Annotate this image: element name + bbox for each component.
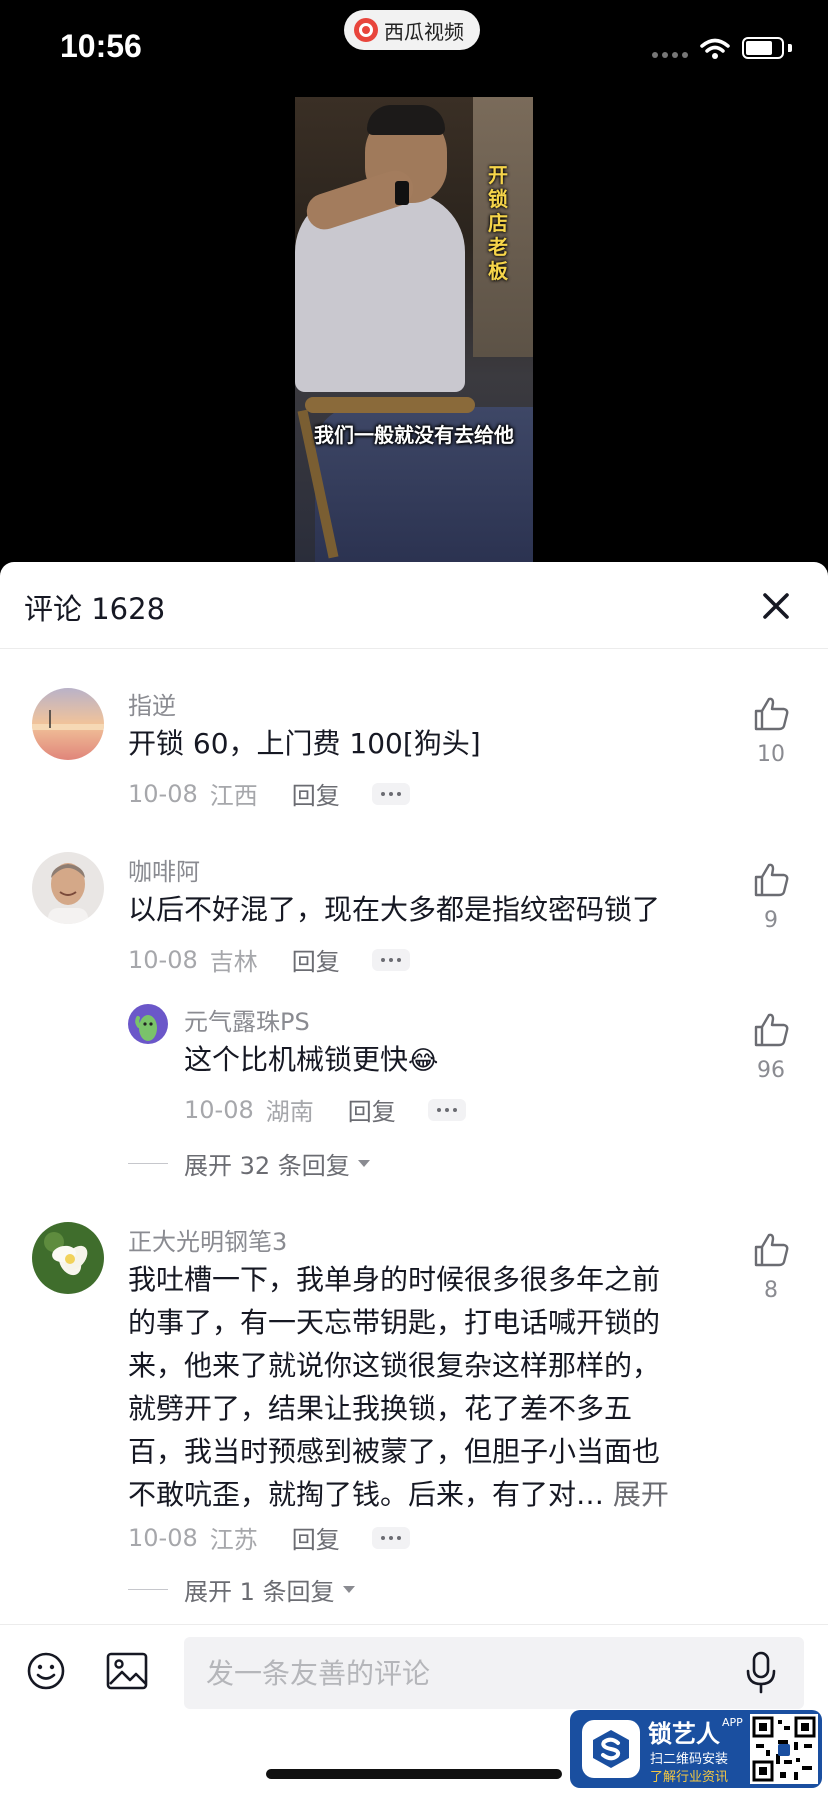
battery-tip	[788, 44, 792, 52]
watermark-app-tag: APP	[722, 1716, 743, 1729]
app-badge[interactable]: 西瓜视频	[344, 10, 480, 50]
more-options-icon[interactable]	[371, 782, 410, 805]
expand-divider	[128, 1163, 168, 1164]
qr-code-icon	[750, 1714, 818, 1784]
comment-username[interactable]: 指逆	[128, 686, 176, 721]
app-logo-icon	[354, 18, 378, 42]
expand-text-button[interactable]: 展开	[613, 1478, 669, 1511]
video-phone	[395, 181, 409, 205]
expand-replies-button[interactable]: 展开 1 条回复	[128, 1572, 355, 1607]
avatar[interactable]	[32, 688, 104, 760]
comment-meta: 10-08 江苏 回复	[128, 1520, 410, 1555]
status-bar: 10:56 西瓜视频	[0, 0, 828, 100]
like-count: 96	[757, 1058, 785, 1083]
watermark-line1: 扫二维码安装	[650, 1752, 729, 1767]
reply-meta: 10-08 湖南 回复	[184, 1092, 466, 1127]
comment-text: 以后不好混了，现在大多都是指纹密码锁了	[128, 893, 661, 926]
battery-icon	[742, 37, 784, 59]
avatar[interactable]	[32, 852, 104, 924]
home-indicator[interactable]	[266, 1769, 562, 1779]
comment-location: 吉林	[209, 948, 258, 976]
microphone-icon[interactable]	[744, 1651, 778, 1695]
comment-date: 10-08	[128, 779, 198, 808]
comment-date: 10-08	[128, 1523, 198, 1552]
watermark-name: 锁艺人	[648, 1720, 720, 1748]
watermark-logo-icon	[582, 1720, 640, 1778]
chevron-down-icon	[342, 1586, 355, 1593]
like-button[interactable]: 9	[748, 862, 794, 933]
like-count: 9	[764, 908, 778, 933]
more-options-icon[interactable]	[427, 1098, 466, 1121]
reply-text: 这个比机械锁更快😂	[184, 1043, 439, 1076]
like-count: 8	[764, 1278, 778, 1303]
comment-text: 开锁 60，上门费 100[狗头]	[128, 727, 481, 760]
comments-title: 评论 1628	[24, 592, 166, 626]
video-player[interactable]: 开锁店老板 我们一般就没有去给他	[295, 97, 533, 562]
video-person-hair	[367, 105, 445, 135]
video-chair	[305, 397, 475, 413]
wifi-icon	[700, 38, 730, 59]
like-button[interactable]: 10	[748, 696, 794, 767]
thumbs-up-icon	[754, 863, 789, 897]
reply-avatar[interactable]	[128, 1004, 168, 1044]
reply-button[interactable]: 回复	[292, 942, 340, 977]
thumbs-up-icon	[754, 1233, 789, 1267]
comment-meta: 10-08 江西 回复	[128, 776, 410, 811]
comment-date: 10-08	[128, 945, 198, 974]
reply-date: 10-08	[184, 1095, 254, 1124]
expand-replies-button[interactable]: 展开 32 条回复	[128, 1146, 370, 1181]
laughing-emoji-icon: 😂	[408, 1046, 439, 1076]
comments-header: 评论 1628	[0, 562, 828, 649]
reply-button[interactable]: 回复	[292, 776, 340, 811]
video-vertical-caption: 开锁店老板	[488, 163, 508, 283]
cellular-signal-icon	[652, 52, 688, 58]
video-subtitle: 我们一般就没有去给他	[314, 423, 514, 447]
chevron-down-icon	[357, 1160, 370, 1167]
expand-replies-label: 展开 32 条回复	[184, 1152, 350, 1180]
app-badge-label: 西瓜视频	[384, 19, 464, 44]
like-count: 10	[757, 742, 785, 767]
like-button[interactable]: 96	[748, 1012, 794, 1083]
reply-button[interactable]: 回复	[348, 1092, 396, 1127]
comment-text: 我吐槽一下，我单身的时候很多很多年之前 的事了，有一天忘带钥匙，打电话喊开锁的 …	[128, 1263, 669, 1511]
thumbs-up-icon	[754, 697, 789, 731]
close-icon[interactable]	[756, 586, 796, 626]
reply-username[interactable]: 元气露珠PS	[184, 1002, 310, 1037]
avatar[interactable]	[32, 1222, 104, 1294]
status-time: 10:56	[60, 28, 142, 64]
thumbs-up-icon	[754, 1013, 789, 1047]
comments-sheet: 评论 1628 指逆 开锁 60，上门费 100[狗头] 10-08 江西 回复	[0, 562, 828, 1792]
reply-button[interactable]: 回复	[292, 1520, 340, 1555]
comment-location: 江苏	[209, 1526, 258, 1554]
comment-username[interactable]: 咖啡阿	[128, 852, 200, 887]
comment-username[interactable]: 正大光明钢笔3	[128, 1222, 287, 1257]
watermark-badge: 锁艺人 APP 扫二维码安装 了解行业资讯	[570, 1710, 822, 1788]
comment-location: 江西	[209, 782, 258, 810]
more-options-icon[interactable]	[371, 948, 410, 971]
comment-input[interactable]	[184, 1637, 804, 1709]
emoji-icon[interactable]	[26, 1651, 66, 1691]
watermark-line2: 了解行业资讯	[650, 1770, 729, 1785]
expand-divider	[128, 1589, 168, 1590]
comment-meta: 10-08 吉林 回复	[128, 942, 410, 977]
reply-location: 湖南	[265, 1098, 314, 1126]
expand-replies-label: 展开 1 条回复	[184, 1578, 335, 1606]
like-button[interactable]: 8	[748, 1232, 794, 1303]
image-icon[interactable]	[106, 1651, 148, 1691]
more-options-icon[interactable]	[371, 1526, 410, 1549]
